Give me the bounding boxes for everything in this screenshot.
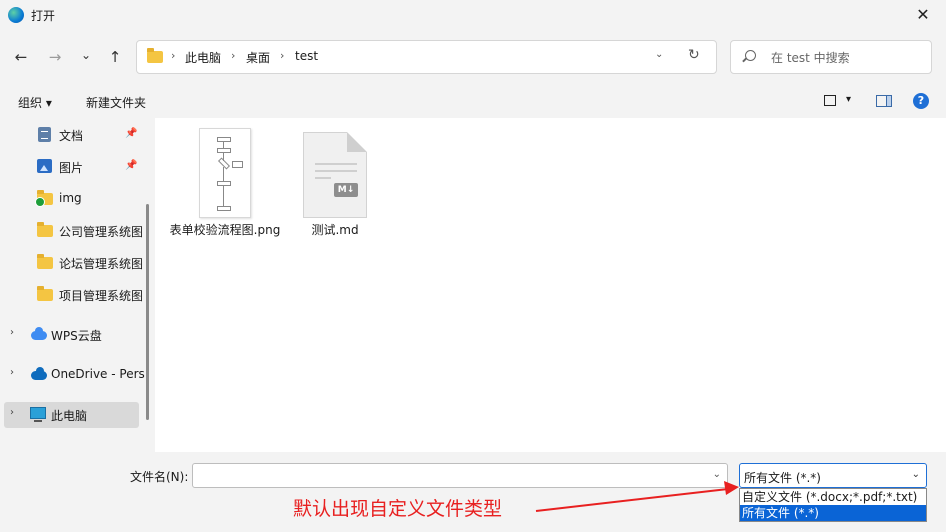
- up-button[interactable]: ↑: [105, 47, 125, 67]
- sidebar-item-documents[interactable]: 文档 📌: [0, 122, 140, 148]
- edge-icon: [8, 7, 24, 23]
- back-button[interactable]: ←: [11, 47, 31, 67]
- folder-icon: [35, 190, 53, 207]
- text-line: [315, 163, 357, 165]
- sidebar-item-img[interactable]: img: [0, 186, 140, 212]
- sidebar-item-label: WPS云盘: [51, 329, 102, 343]
- sidebar-item-this-pc[interactable]: › 此电脑: [4, 402, 139, 428]
- refresh-icon[interactable]: ↻: [688, 47, 700, 63]
- breadcrumb-separator: ›: [171, 49, 176, 62]
- navigation-bar: ← → ⌄ ↑ › 此电脑 › 桌面 › test ⌄ ↻ 在 test 中搜索: [0, 30, 946, 85]
- sidebar-item-onedrive[interactable]: › OneDrive - Pers: [0, 362, 145, 388]
- view-icon[interactable]: [824, 95, 836, 106]
- folder-icon: [37, 286, 53, 301]
- flowchart-node: [217, 181, 231, 186]
- breadcrumb-test[interactable]: test: [295, 49, 318, 63]
- sidebar-item-label: 公司管理系统图: [59, 225, 144, 239]
- navigation-pane: 文档 📌 图片 📌 img 公司管理系统图 论坛管理系统图 项目管理系统图 › …: [0, 118, 155, 452]
- command-bar: 组织 ▾ 新建文件夹 ▾ ?: [0, 86, 946, 118]
- window-title: 打开: [31, 9, 56, 23]
- sidebar-item-company-system[interactable]: 公司管理系统图: [0, 218, 144, 244]
- file-item[interactable]: 表单校验流程图.png: [170, 124, 280, 256]
- folder-icon: [147, 48, 163, 63]
- flowchart-node: [217, 148, 231, 153]
- preview-pane-icon[interactable]: [876, 95, 892, 107]
- new-folder-button[interactable]: 新建文件夹: [86, 94, 146, 111]
- filename-input[interactable]: ⌄: [192, 463, 728, 488]
- filetype-option-all[interactable]: 所有文件 (*.*): [740, 505, 926, 521]
- sidebar-item-label: 项目管理系统图: [59, 289, 144, 303]
- text-line: [315, 177, 331, 179]
- sidebar-item-project-system[interactable]: 项目管理系统图: [0, 282, 144, 308]
- flowchart-node: [217, 157, 231, 170]
- expand-chevron-icon[interactable]: ›: [10, 327, 14, 338]
- document-icon: [38, 127, 51, 142]
- forward-button[interactable]: →: [45, 47, 65, 67]
- breadcrumb-separator: ›: [231, 49, 236, 62]
- sidebar-item-label: 文档: [59, 129, 84, 143]
- file-list: 表单校验流程图.png M↓ 测试.md: [155, 118, 946, 452]
- sidebar-item-label: OneDrive - Pers: [51, 367, 145, 381]
- flowchart-node: [217, 137, 231, 142]
- recent-locations-button[interactable]: ⌄: [76, 45, 96, 65]
- expand-chevron-icon[interactable]: ›: [10, 407, 14, 418]
- sidebar-item-label: 图片: [59, 161, 84, 175]
- pin-icon[interactable]: 📌: [125, 160, 137, 171]
- annotation-text: 默认出现自定义文件类型: [293, 498, 503, 520]
- pin-icon[interactable]: 📌: [125, 128, 137, 139]
- flowchart-node: [232, 161, 243, 168]
- markdown-file-icon: M↓: [303, 132, 367, 218]
- pictures-icon: [37, 159, 52, 173]
- filetype-select[interactable]: 所有文件 (*.*) ⌄: [739, 463, 927, 488]
- search-placeholder: 在 test 中搜索: [771, 51, 850, 65]
- sidebar-item-label: 此电脑: [51, 409, 88, 423]
- address-history-dropdown[interactable]: ⌄: [655, 49, 663, 60]
- sidebar-item-label: img: [59, 191, 82, 205]
- flowchart-edge: [223, 167, 224, 181]
- sidebar-scrollbar[interactable]: [146, 204, 149, 420]
- breadcrumb-separator: ›: [280, 49, 285, 62]
- sidebar-item-wps-cloud[interactable]: › WPS云盘: [0, 322, 140, 348]
- file-name: 测试.md: [311, 223, 359, 237]
- flowchart-edge: [223, 186, 224, 206]
- folder-icon: [37, 254, 53, 269]
- search-box[interactable]: 在 test 中搜索: [730, 40, 932, 74]
- expand-chevron-icon[interactable]: ›: [10, 367, 14, 378]
- filename-dropdown-icon[interactable]: ⌄: [713, 469, 721, 480]
- folder-icon: [37, 222, 53, 237]
- text-line: [315, 170, 357, 172]
- close-button[interactable]: ✕: [900, 0, 946, 30]
- title-bar: 打开 ✕: [0, 0, 946, 30]
- breadcrumb-this-pc[interactable]: 此电脑: [185, 49, 221, 66]
- sidebar-item-pictures[interactable]: 图片 📌: [0, 154, 140, 180]
- filename-label: 文件名(N):: [130, 470, 189, 484]
- image-thumbnail: [199, 128, 251, 218]
- breadcrumb-desktop[interactable]: 桌面: [246, 49, 270, 66]
- computer-icon: [30, 407, 46, 422]
- sidebar-item-label: 论坛管理系统图: [59, 257, 144, 271]
- filetype-dropdown-list: 自定义文件 (*.docx;*.pdf;*.txt) 所有文件 (*.*): [739, 488, 927, 522]
- page-fold: [347, 132, 367, 152]
- onedrive-icon: [31, 367, 47, 380]
- markdown-badge: M↓: [334, 183, 358, 197]
- flowchart-node: [217, 206, 231, 211]
- file-name: 表单校验流程图.png: [169, 223, 281, 237]
- filetype-option-custom[interactable]: 自定义文件 (*.docx;*.pdf;*.txt): [740, 489, 926, 505]
- sidebar-item-forum-system[interactable]: 论坛管理系统图: [0, 250, 144, 276]
- help-icon[interactable]: ?: [913, 93, 929, 109]
- search-icon: [745, 50, 756, 61]
- chevron-down-icon: ⌄: [911, 469, 920, 480]
- organize-button[interactable]: 组织 ▾: [18, 94, 52, 111]
- wps-cloud-icon: [31, 327, 47, 340]
- file-item[interactable]: M↓ 测试.md: [281, 124, 381, 256]
- address-bar[interactable]: › 此电脑 › 桌面 › test ⌄ ↻: [136, 40, 717, 74]
- filetype-selected: 所有文件 (*.*): [744, 471, 821, 485]
- view-dropdown[interactable]: ▾: [846, 94, 851, 105]
- sync-check-icon: [35, 197, 45, 207]
